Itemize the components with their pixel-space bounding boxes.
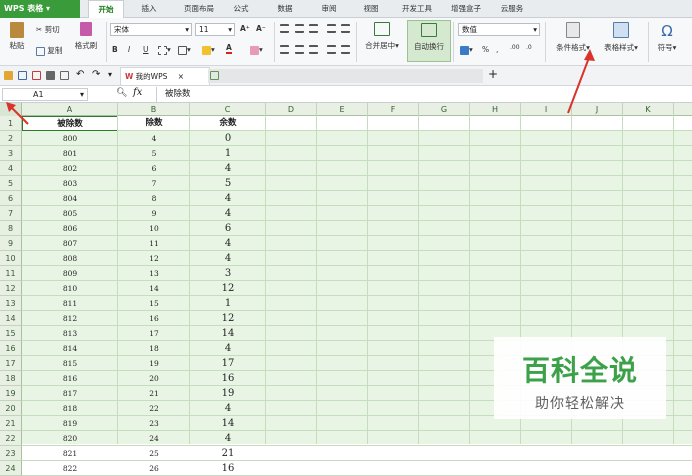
data-cell[interactable]: 21 [190,446,266,461]
watermark-badge: 百科全说 助你轻松解决 [494,337,666,419]
row-header[interactable]: 24 [0,461,22,476]
red-arrow-shaft [567,54,591,114]
row-header[interactable]: 23 [0,446,22,461]
red-arrow-shaft-small [9,105,29,125]
red-arrow-head [584,49,595,61]
data-cell[interactable]: 25 [118,446,190,461]
table-row: 821 25 21 [22,446,692,461]
watermark-subtitle: 助你轻松解决 [535,396,625,412]
data-cell[interactable]: 821 [22,446,118,461]
watermark-title: 百科全说 [521,354,638,387]
data-cell[interactable]: 26 [118,461,190,476]
data-cell[interactable]: 16 [190,461,266,476]
data-cell[interactable]: 822 [22,461,118,476]
table-row: 822 26 16 [22,461,692,476]
